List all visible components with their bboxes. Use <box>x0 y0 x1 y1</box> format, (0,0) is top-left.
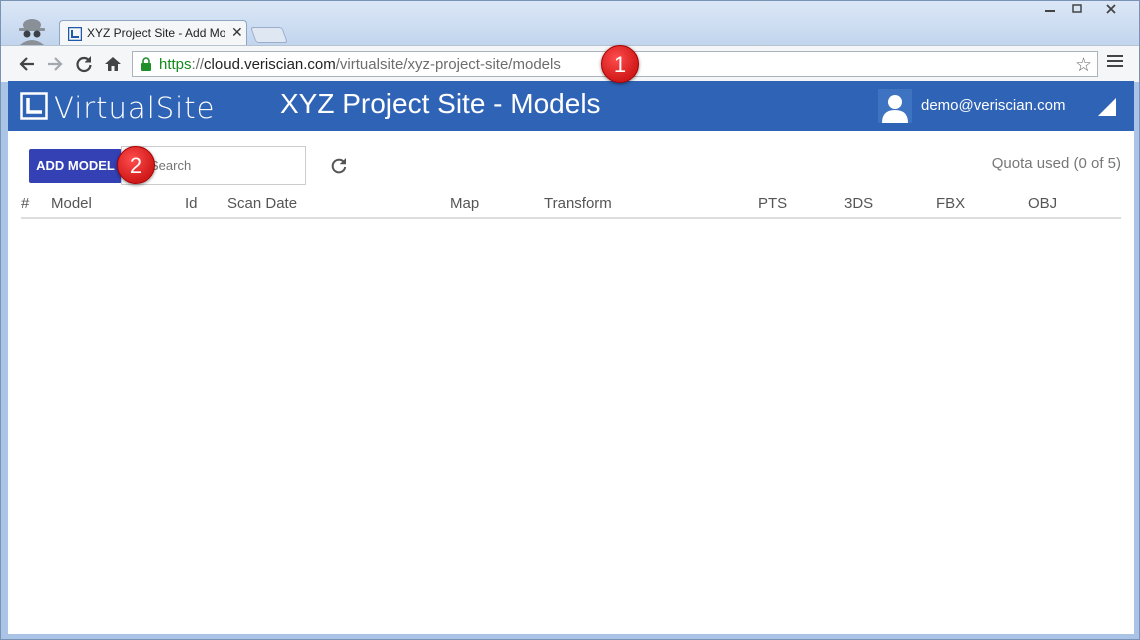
column-header-3ds: 3DS <box>844 195 874 212</box>
incognito-icon <box>19 19 45 45</box>
callout-marker-1: 1 <box>601 45 639 83</box>
models-table-header: # Model Id Scan Date Map Transform PTS 3… <box>21 193 1121 219</box>
tab-title: XYZ Project Site - Add Mo <box>87 26 225 40</box>
page-content: VirtualSite XYZ Project Site - Models de… <box>8 81 1134 634</box>
user-menu-caret-icon[interactable] <box>1098 98 1116 116</box>
minimize-button[interactable] <box>1037 3 1063 21</box>
minimize-icon <box>1045 10 1055 12</box>
column-header-obj: OBJ <box>1028 195 1058 212</box>
column-header-number: # <box>21 195 30 212</box>
lock-icon <box>141 57 151 71</box>
avatar[interactable] <box>878 89 912 123</box>
window-close-button[interactable] <box>1091 3 1131 21</box>
bookmark-star-icon[interactable]: ☆ <box>1075 54 1092 77</box>
tab-close-icon[interactable]: ✕ <box>231 24 243 41</box>
browser-menu-icon[interactable] <box>1107 55 1123 71</box>
column-header-map: Map <box>450 195 480 212</box>
window-close-icon <box>1106 4 1116 14</box>
browser-tab[interactable]: XYZ Project Site - Add Mo ✕ <box>59 20 247 46</box>
app-header: VirtualSite XYZ Project Site - Models de… <box>8 81 1134 131</box>
maximize-button[interactable] <box>1064 3 1090 21</box>
site-favicon-icon <box>68 27 82 41</box>
quota-text: Quota used (0 of 5) <box>991 155 1121 172</box>
callout-marker-2: 2 <box>117 146 155 184</box>
browser-window: XYZ Project Site - Add Mo ✕ https://clou… <box>0 0 1140 640</box>
column-header-scan-date[interactable]: Scan Date <box>227 195 297 212</box>
page-title: XYZ Project Site - Models <box>280 88 601 119</box>
app-logo[interactable]: VirtualSite <box>20 91 230 125</box>
add-model-button[interactable]: ADD MODEL <box>29 149 122 183</box>
reload-icon[interactable] <box>74 54 94 74</box>
column-header-id[interactable]: Id <box>185 195 198 212</box>
url-host: cloud.veriscian.com <box>204 56 336 73</box>
browser-toolbar: https://cloud.veriscian.com/virtualsite/… <box>1 45 1139 82</box>
forward-arrow-icon[interactable] <box>45 54 65 74</box>
column-header-fbx: FBX <box>936 195 966 212</box>
column-header-transform: Transform <box>544 195 612 212</box>
restore-icon <box>1072 4 1082 13</box>
back-arrow-icon[interactable] <box>17 54 37 74</box>
url-separator: :// <box>191 56 205 73</box>
logo-mark-icon <box>20 92 48 120</box>
title-bar: XYZ Project Site - Add Mo ✕ <box>1 1 1139 46</box>
url-text: https://cloud.veriscian.com/virtualsite/… <box>159 56 561 73</box>
home-icon[interactable] <box>103 54 123 74</box>
refresh-icon[interactable] <box>330 157 348 175</box>
new-tab-button[interactable] <box>250 27 288 43</box>
column-header-model[interactable]: Model <box>51 195 92 212</box>
url-path: /virtualsite/xyz-project-site/models <box>335 56 561 73</box>
url-scheme: https <box>159 56 192 73</box>
column-header-pts: PTS <box>758 195 788 212</box>
user-email[interactable]: demo@veriscian.com <box>921 97 1065 114</box>
logo-text: VirtualSite <box>54 91 216 125</box>
